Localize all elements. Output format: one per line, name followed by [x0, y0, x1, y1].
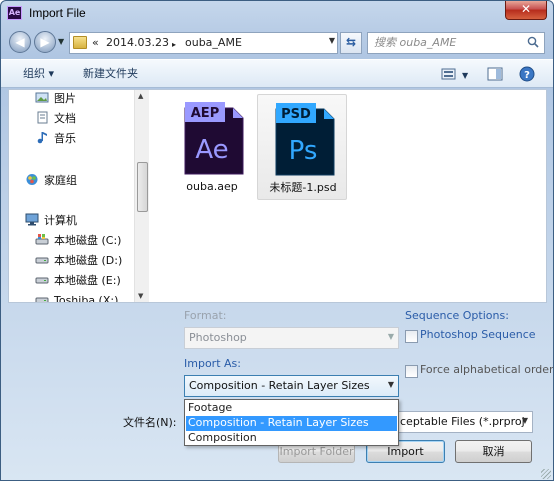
- help-icon[interactable]: ?: [519, 66, 535, 82]
- new-folder-button[interactable]: 新建文件夹: [83, 67, 138, 81]
- aep-letters: Ae: [195, 135, 228, 165]
- format-label: Format:: [184, 309, 227, 322]
- file-type-select[interactable]: ceptable Files (*.prproj ▼: [397, 411, 533, 433]
- file-name: ouba.aep: [186, 180, 238, 193]
- nav-label: 文档: [54, 112, 76, 125]
- file-item-psd[interactable]: PSD Ps 未标题-1.psd: [257, 94, 347, 200]
- nav-label: 家庭组: [44, 174, 77, 187]
- photoshop-sequence-checkbox[interactable]: [405, 330, 418, 343]
- import-as-label: Import As:: [184, 357, 241, 370]
- preview-pane-icon[interactable]: [487, 66, 503, 82]
- computer-icon: [25, 213, 39, 226]
- close-button[interactable]: ✕: [505, 1, 547, 20]
- nav-label: 本地磁盘 (E:): [54, 274, 121, 287]
- import-as-select[interactable]: Composition - Retain Layer Sizes ▼: [184, 375, 399, 397]
- refresh-button[interactable]: ⇆: [340, 32, 362, 54]
- scroll-up-icon[interactable]: ▲: [138, 92, 143, 100]
- aep-badge-text: AEP: [191, 106, 219, 121]
- import-as-dropdown-list: Footage Composition - Retain Layer Sizes…: [184, 399, 399, 446]
- history-dropdown-icon[interactable]: ▼: [58, 37, 64, 46]
- nav-label: 图片: [54, 92, 76, 105]
- file-type-value: ceptable Files (*.prproj: [400, 415, 525, 428]
- view-dropdown-icon[interactable]: ▼: [462, 69, 468, 83]
- dropdown-option-composition-retain-layer-sizes[interactable]: Composition - Retain Layer Sizes: [186, 416, 397, 431]
- scroll-thumb[interactable]: [137, 162, 148, 212]
- command-toolbar: 组织 ▾ 新建文件夹 ▼ ?: [1, 59, 553, 88]
- search-input[interactable]: 搜索 ouba_AME: [367, 32, 545, 54]
- psd-file-icon: PSD Ps: [275, 103, 335, 176]
- breadcrumb-separator-icon[interactable]: ▸: [172, 38, 176, 52]
- scroll-down-icon[interactable]: ▼: [138, 292, 143, 300]
- nav-label: 计算机: [44, 214, 77, 227]
- title-bar: Ae Import File ✕: [1, 1, 553, 27]
- nav-label: 本地磁盘 (D:): [54, 254, 123, 267]
- psd-badge-text: PSD: [281, 107, 311, 122]
- folder-icon: [73, 36, 87, 49]
- cancel-button[interactable]: 取消: [455, 440, 532, 463]
- window-title: Import File: [29, 6, 86, 20]
- pictures-icon: [35, 92, 49, 103]
- search-icon[interactable]: [527, 36, 539, 48]
- address-dropdown-icon[interactable]: ▼: [329, 36, 335, 45]
- after-effects-logo-icon: Ae: [7, 6, 22, 20]
- import-options-panel: Format: Photoshop ▼ Sequence Options: Ph…: [1, 304, 554, 480]
- windows-drive-icon: [35, 234, 49, 245]
- file-type-dropdown-icon[interactable]: ▼: [522, 416, 528, 425]
- address-overflow-chevron[interactable]: «: [92, 36, 99, 50]
- sequence-options-label: Sequence Options:: [405, 309, 509, 322]
- resize-grip-icon[interactable]: [541, 469, 551, 479]
- forward-button[interactable]: ▶: [34, 31, 56, 53]
- import-file-dialog: Ae Import File ✕ ◀ ▶ ▼ « 2014.03.23 ▸ ou…: [0, 0, 554, 481]
- filename-label: 文件名(N):: [123, 416, 177, 429]
- svg-text:?: ?: [524, 70, 530, 81]
- address-row: ◀ ▶ ▼ « 2014.03.23 ▸ ouba_AME ▼ ⇆ 搜索 oub…: [1, 29, 553, 57]
- file-name: 未标题-1.psd: [269, 181, 337, 194]
- force-alphabetical-label: Force alphabetical order: [420, 363, 554, 376]
- format-select: Photoshop ▼: [184, 327, 399, 349]
- view-options-icon[interactable]: [441, 66, 457, 82]
- dropdown-option-footage[interactable]: Footage: [186, 401, 397, 416]
- psd-letters: Ps: [289, 136, 318, 166]
- format-value: Photoshop: [189, 331, 247, 344]
- import-as-value: Composition - Retain Layer Sizes: [189, 379, 370, 392]
- nav-label: Toshiba (X:): [54, 294, 119, 302]
- back-button[interactable]: ◀: [9, 31, 31, 53]
- breadcrumb-ouba-ame[interactable]: ouba_AME: [185, 36, 242, 50]
- documents-icon: [37, 111, 48, 124]
- aep-file-icon: AEP Ae: [184, 102, 244, 175]
- drive-icon: [35, 297, 49, 302]
- force-alphabetical-checkbox[interactable]: [405, 365, 418, 378]
- nav-label: 音乐: [54, 132, 76, 145]
- breadcrumb-2014-03-23[interactable]: 2014.03.23: [106, 36, 169, 50]
- search-placeholder: 搜索 ouba_AME: [374, 36, 457, 49]
- file-item-aep[interactable]: AEP Ae ouba.aep: [167, 94, 257, 200]
- nav-label: 本地磁盘 (C:): [54, 234, 122, 247]
- homegroup-icon: [26, 174, 38, 185]
- file-browser: 图片 文档 音乐 家庭组 计算机 本地磁盘 (C:) 本地磁盘 (D:) 本地磁…: [8, 89, 547, 303]
- navigation-pane: 图片 文档 音乐 家庭组 计算机 本地磁盘 (C:) 本地磁盘 (D:) 本地磁…: [9, 90, 134, 302]
- organize-menu[interactable]: 组织 ▾: [23, 67, 54, 81]
- music-icon: [37, 132, 47, 144]
- format-dropdown-icon: ▼: [387, 332, 394, 341]
- photoshop-sequence-label: Photoshop Sequence: [420, 328, 536, 341]
- import-as-dropdown-icon[interactable]: ▼: [388, 380, 394, 389]
- drive-icon: [35, 257, 49, 264]
- drive-icon: [35, 277, 49, 284]
- navigation-scrollbar[interactable]: ▲ ▼: [134, 90, 149, 302]
- address-bar[interactable]: « 2014.03.23 ▸ ouba_AME ▼: [69, 32, 338, 54]
- dropdown-option-composition[interactable]: Composition: [186, 431, 397, 446]
